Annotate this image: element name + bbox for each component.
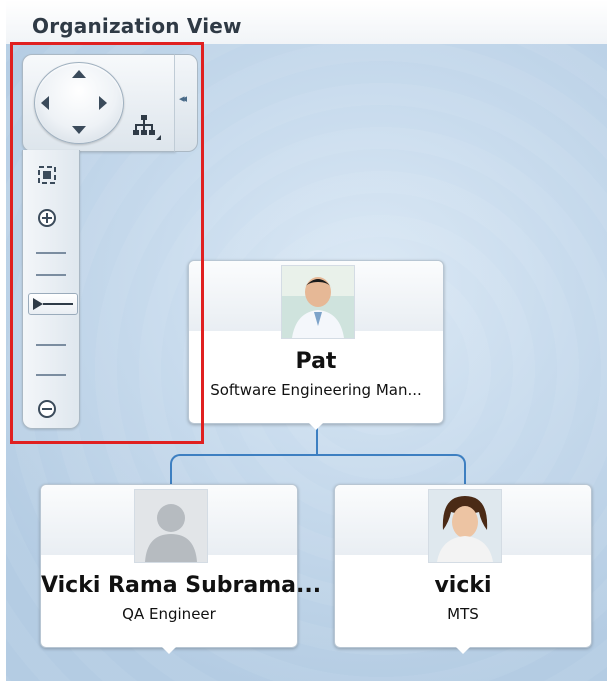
expand-caret[interactable]	[309, 423, 323, 430]
window-title: Organization View	[32, 14, 242, 38]
employee-card-root[interactable]: Pat Software Engineering Man...	[188, 260, 444, 430]
employee-title: Software Engineering Man...	[210, 381, 422, 399]
employee-name: Vicki Rama Subrama...	[41, 573, 322, 598]
avatar-placeholder	[134, 489, 208, 563]
expand-caret[interactable]	[456, 647, 470, 654]
employee-card-child-2[interactable]: vicki MTS	[334, 484, 592, 654]
employee-title: QA Engineer	[122, 605, 216, 623]
avatar-photo-vicki	[428, 489, 502, 563]
employee-name: Pat	[295, 349, 337, 374]
title-bar: Organization View	[6, 0, 607, 45]
connector-horizontal	[170, 454, 466, 484]
employee-title: MTS	[447, 605, 479, 623]
employee-card-child-1[interactable]: Vicki Rama Subrama... QA Engineer	[40, 484, 322, 654]
avatar-photo-pat	[281, 265, 355, 339]
expand-caret[interactable]	[162, 647, 176, 654]
control-panel-highlight	[10, 42, 204, 444]
employee-name: vicki	[434, 573, 492, 598]
